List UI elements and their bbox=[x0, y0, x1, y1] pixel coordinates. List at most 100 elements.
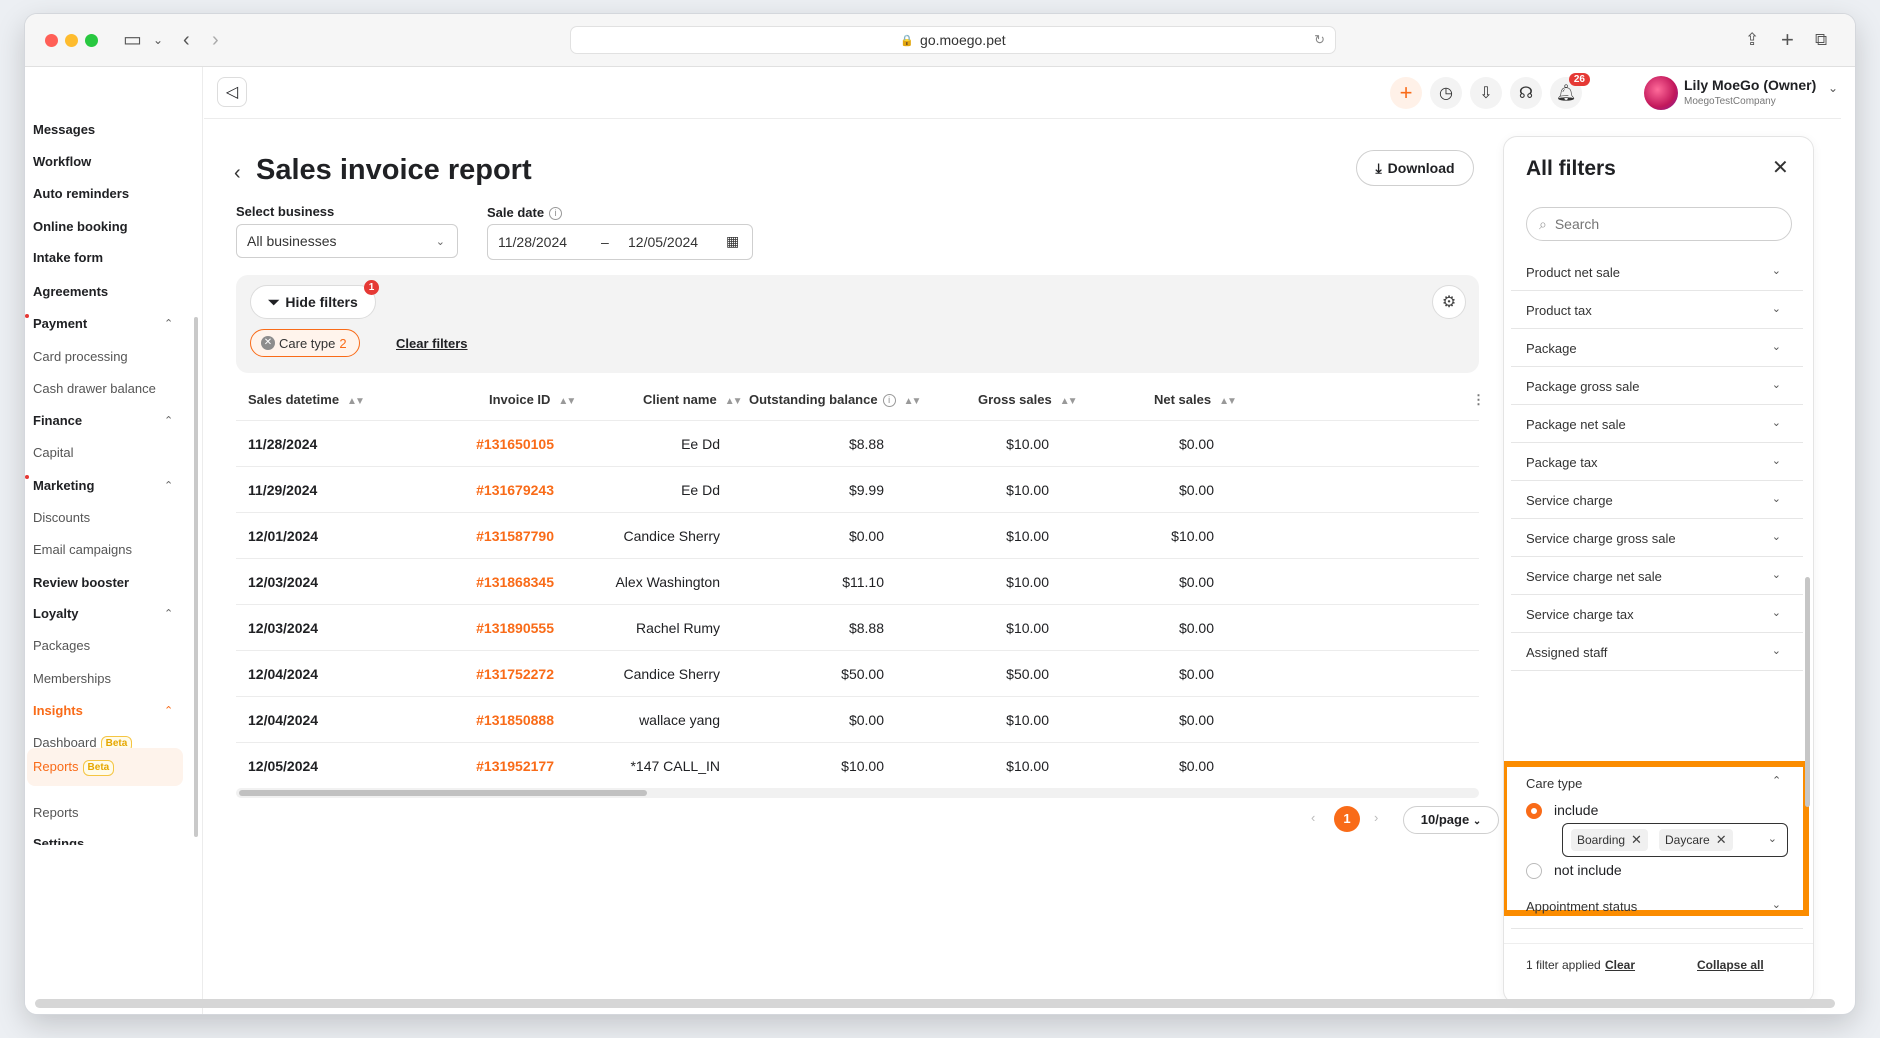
sidebar-item-memberships[interactable]: Memberships bbox=[33, 671, 111, 686]
table-row[interactable]: 12/05/2024 #131952177 *147 CALL_IN $10.00 $1… bbox=[236, 742, 1479, 788]
sidebar-item-packages[interactable]: Packages bbox=[33, 638, 90, 653]
notifications-button[interactable]: 🔔︎ 26 bbox=[1550, 73, 1590, 109]
sidebar-group-payment[interactable]: Payment bbox=[33, 316, 87, 331]
sort-icon[interactable]: ▲▼ bbox=[558, 396, 576, 407]
scrollbar-thumb[interactable] bbox=[239, 790, 647, 796]
reload-icon[interactable]: ↻ bbox=[1314, 32, 1325, 48]
sidebar-group-loyalty[interactable]: Loyalty bbox=[33, 606, 79, 621]
column-settings-button[interactable]: ⚙ bbox=[1432, 285, 1466, 319]
sidebar-item-settings[interactable]: Settings bbox=[33, 836, 84, 845]
filter-item-package-tax[interactable]: Package tax ⌄ bbox=[1511, 443, 1803, 481]
cell-invoice-id[interactable]: #131679243 bbox=[476, 467, 554, 513]
column-header-gross-sales[interactable]: Gross sales ▲▼ bbox=[978, 380, 1078, 420]
sidebar-item-cash-drawer-balance[interactable]: Cash drawer balance bbox=[33, 381, 156, 396]
filter-item-assigned-staff[interactable]: Assigned staff ⌄ bbox=[1511, 633, 1803, 671]
chevron-up-icon[interactable]: ⌃ bbox=[164, 479, 173, 492]
cell-invoice-id[interactable]: #131650105 bbox=[476, 421, 554, 467]
sidebar-item-discounts[interactable]: Discounts bbox=[33, 510, 90, 525]
new-tab-icon[interactable]: + bbox=[1781, 28, 1794, 52]
sidebar-item-online-booking[interactable]: Online booking bbox=[33, 219, 128, 234]
chevron-up-icon[interactable]: ⌃ bbox=[164, 414, 173, 427]
sidebar-toggle-icon[interactable]: ▭ bbox=[123, 28, 142, 52]
remove-chip-icon[interactable]: ✕ bbox=[261, 336, 275, 350]
not-include-radio[interactable] bbox=[1526, 863, 1542, 879]
share-icon[interactable]: ⇪ bbox=[1745, 28, 1759, 52]
window-horizontal-scrollbar[interactable] bbox=[35, 999, 1835, 1008]
chevron-up-icon[interactable]: ⌃ bbox=[164, 607, 173, 620]
table-row[interactable]: 12/04/2024 #131850888 wallace yang $0.00 $10… bbox=[236, 696, 1479, 742]
table-row[interactable]: 11/29/2024 #131679243 Ee Dd $9.99 $10.00 $0.0… bbox=[236, 466, 1479, 512]
column-header-outstanding-balance[interactable]: Outstanding balance i ▲▼ bbox=[749, 380, 922, 420]
filter-item-appointment-status[interactable]: Appointment status ⌄ bbox=[1511, 883, 1803, 929]
chevron-up-icon[interactable]: ⌃ bbox=[164, 317, 173, 330]
forward-arrow-icon[interactable]: › bbox=[212, 28, 219, 52]
collapse-all-link[interactable]: Collapse all bbox=[1697, 958, 1764, 972]
clear-filters-link[interactable]: Clear filters bbox=[396, 336, 468, 351]
sidebar-item-reports[interactable]: Reports bbox=[33, 805, 79, 820]
page-number-current[interactable]: 1 bbox=[1334, 806, 1360, 832]
filter-search[interactable]: ⌕ bbox=[1526, 207, 1792, 241]
avatar[interactable] bbox=[1644, 76, 1678, 110]
sort-icon[interactable]: ▲▼ bbox=[904, 396, 922, 407]
chevron-down-icon[interactable]: ⌄ bbox=[153, 28, 163, 52]
search-input[interactable] bbox=[1554, 216, 1755, 232]
filter-item-package-net-sale[interactable]: Package net sale ⌄ bbox=[1511, 405, 1803, 443]
sidebar-item-agreements[interactable]: Agreements bbox=[33, 284, 108, 299]
table-row[interactable]: 12/01/2024 #131587790 Candice Sherry $0.00 $… bbox=[236, 512, 1479, 558]
sidebar-group-marketing[interactable]: Marketing bbox=[33, 478, 94, 493]
table-row[interactable]: 12/03/2024 #131890555 Rachel Rumy $8.88 $10.… bbox=[236, 604, 1479, 650]
column-header-net-sales[interactable]: Net sales ▲▼ bbox=[1154, 380, 1237, 420]
include-label[interactable]: include bbox=[1554, 802, 1598, 818]
filter-item-service-charge-net-sale[interactable]: Service charge net sale ⌄ bbox=[1511, 557, 1803, 595]
back-arrow-icon[interactable]: ‹ bbox=[183, 28, 190, 52]
sidebar-item-card-processing[interactable]: Card processing bbox=[33, 349, 128, 364]
sale-date-range-picker[interactable]: 11/28/2024 – 12/05/2024 ▦ bbox=[487, 224, 753, 260]
page-size-select[interactable]: 10/page ⌄ bbox=[1403, 806, 1499, 834]
care-type-filter-chip[interactable]: ✕ Care type 2 bbox=[250, 329, 360, 357]
cell-invoice-id[interactable]: #131952177 bbox=[476, 743, 554, 789]
column-header-client-name[interactable]: Client name ▲▼ bbox=[643, 380, 743, 420]
date-from[interactable]: 11/28/2024 bbox=[498, 234, 567, 250]
filter-item-package[interactable]: Package ⌄ bbox=[1511, 329, 1803, 367]
sidebar-item-review-booster[interactable]: Review booster bbox=[33, 575, 129, 590]
cell-invoice-id[interactable]: #131890555 bbox=[476, 605, 554, 651]
sort-icon[interactable]: ▲▼ bbox=[725, 396, 743, 407]
filter-item-product-net-sale[interactable]: Product net sale ⌄ bbox=[1511, 253, 1803, 291]
clock-button[interactable]: ◷ bbox=[1430, 77, 1462, 109]
cell-invoice-id[interactable]: #131850888 bbox=[476, 697, 554, 743]
chevron-down-icon[interactable]: ⌄ bbox=[1768, 832, 1777, 845]
business-select[interactable]: All businesses ⌄ bbox=[236, 224, 458, 258]
table-row[interactable]: 11/28/2024 #131650105 Ee Dd $8.88 $10.00 $0.0… bbox=[236, 420, 1479, 466]
sort-icon[interactable]: ▲▼ bbox=[347, 396, 365, 407]
not-include-label[interactable]: not include bbox=[1554, 862, 1622, 878]
sort-icon[interactable]: ▲▼ bbox=[1219, 396, 1237, 407]
prev-page-icon[interactable]: ‹ bbox=[1311, 810, 1315, 825]
back-chevron-icon[interactable]: ‹ bbox=[234, 162, 241, 185]
close-icon[interactable]: ✕ bbox=[1772, 155, 1789, 180]
care-type-select[interactable]: Boarding ✕ Daycare ✕ ⌄ bbox=[1562, 823, 1788, 857]
sidebar-group-finance[interactable]: Finance bbox=[33, 413, 82, 428]
info-icon[interactable]: i bbox=[549, 207, 563, 221]
remove-tag-icon[interactable]: ✕ bbox=[1631, 832, 1642, 847]
filter-item-service-charge-tax[interactable]: Service charge tax ⌄ bbox=[1511, 595, 1803, 633]
cell-invoice-id[interactable]: #131587790 bbox=[476, 513, 554, 559]
close-window-button[interactable] bbox=[45, 34, 58, 47]
download-button[interactable]: ⤓ Download bbox=[1356, 150, 1474, 186]
sidebar-item-messages[interactable]: Messages bbox=[33, 122, 95, 137]
sidebar-item-email-campaigns[interactable]: Email campaigns bbox=[33, 542, 132, 557]
hide-filters-button[interactable]: ⏷ Hide filters 1 bbox=[250, 280, 379, 319]
filter-item-service-charge[interactable]: Service charge ⌄ bbox=[1511, 481, 1803, 519]
sidebar-item-workflow[interactable]: Workflow bbox=[33, 154, 91, 169]
sort-icon[interactable]: ▲▼ bbox=[1060, 396, 1078, 407]
clear-link[interactable]: Clear bbox=[1605, 958, 1635, 972]
calendar-icon[interactable]: ▦ bbox=[726, 233, 739, 250]
next-page-icon[interactable]: › bbox=[1374, 810, 1378, 825]
chevron-up-icon[interactable]: ⌃ bbox=[164, 704, 173, 717]
include-radio[interactable] bbox=[1526, 803, 1542, 819]
more-columns-icon[interactable]: ⋮ bbox=[1472, 380, 1485, 420]
filter-item-package-gross-sale[interactable]: Package gross sale ⌄ bbox=[1511, 367, 1803, 405]
chevron-down-icon[interactable]: ⌄ bbox=[1828, 81, 1838, 95]
sidebar-item-capital[interactable]: Capital bbox=[33, 445, 73, 460]
sidebar-scrollbar[interactable] bbox=[194, 317, 198, 837]
minimize-window-button[interactable] bbox=[65, 34, 78, 47]
